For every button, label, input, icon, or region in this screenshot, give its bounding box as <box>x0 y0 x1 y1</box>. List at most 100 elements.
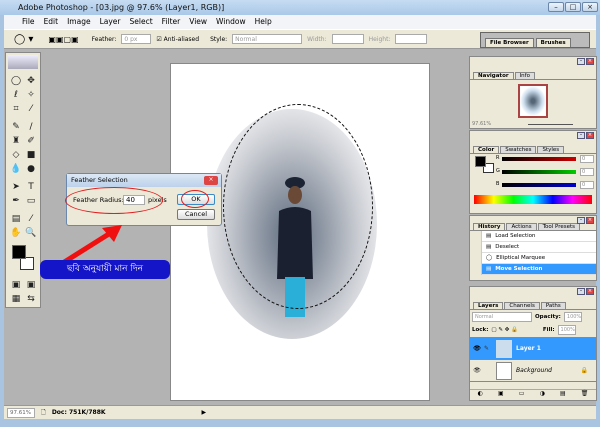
layer-style-icon[interactable]: ◐ <box>478 390 483 400</box>
width-input[interactable] <box>331 34 364 44</box>
foreground-color-swatch[interactable] <box>12 245 26 259</box>
navigator-zoom-slider[interactable] <box>528 124 573 125</box>
history-item[interactable]: ▤ Load Selection <box>470 230 596 242</box>
trash-icon[interactable]: 🗑 <box>581 390 589 400</box>
layer-row-background[interactable]: 👁 Background 🔒 <box>470 360 596 382</box>
panel-close-icon[interactable]: × <box>586 58 594 65</box>
slice-tool-icon[interactable]: ⁄ <box>24 103 38 115</box>
lock-icons[interactable]: ▢ ✎ ✥ 🔒 <box>491 327 518 333</box>
antialiased-checkbox[interactable]: ☑ Anti-aliased <box>156 36 199 43</box>
navigator-zoom[interactable]: 97.61% <box>472 121 491 127</box>
dialog-close-button[interactable]: × <box>204 176 218 185</box>
brush-tool-icon[interactable]: / <box>24 121 38 133</box>
r-value[interactable]: 0 <box>580 155 594 163</box>
path-selection-icon[interactable]: ➤ <box>9 181 23 193</box>
menu-view[interactable]: View <box>189 17 207 29</box>
tab-swatches[interactable]: Swatches <box>500 146 537 153</box>
tab-layers[interactable]: Layers <box>473 302 504 309</box>
tab-navigator[interactable]: Navigator <box>473 72 514 79</box>
panel-minimize-icon[interactable]: – <box>577 288 585 295</box>
fill-input[interactable]: 100% <box>557 325 576 335</box>
standard-mode-icon[interactable]: ▣ <box>9 279 23 291</box>
minimize-button[interactable]: – <box>548 2 564 12</box>
menu-layer[interactable]: Layer <box>100 17 121 29</box>
eyedropper-icon[interactable]: ⁄ <box>24 213 38 225</box>
tab-color[interactable]: Color <box>473 146 500 153</box>
menu-edit[interactable]: Edit <box>44 17 59 29</box>
screen-mode-icon[interactable]: ▦ <box>9 293 23 305</box>
blur-tool-icon[interactable]: 💧 <box>9 163 23 175</box>
zoom-tool-icon[interactable]: 🔍 <box>24 227 38 239</box>
folder-icon[interactable]: ▭ <box>519 390 525 400</box>
fg-color-swatch[interactable] <box>475 156 486 167</box>
height-input[interactable] <box>395 34 428 44</box>
close-button[interactable]: × <box>582 2 598 12</box>
pen-tool-icon[interactable]: ✒ <box>9 195 23 207</box>
menu-file[interactable]: File <box>22 17 35 29</box>
tab-history[interactable]: History <box>473 223 506 230</box>
color-ramp[interactable] <box>474 195 592 204</box>
eye-icon[interactable]: 👁 <box>470 367 484 374</box>
history-item[interactable]: ◯ Elliptical Marquee <box>470 252 596 264</box>
mask-icon[interactable]: ▣ <box>498 390 504 400</box>
tab-paths[interactable]: Paths <box>540 302 566 309</box>
move-tool-icon[interactable]: ✥ <box>24 75 38 87</box>
status-zoom[interactable]: 97.61% <box>7 407 35 418</box>
crop-tool-icon[interactable]: ⌗ <box>9 103 23 115</box>
tab-actions[interactable]: Actions <box>506 223 537 230</box>
panel-close-icon[interactable]: × <box>586 132 594 139</box>
tab-channels[interactable]: Channels <box>504 302 540 309</box>
panel-minimize-icon[interactable]: – <box>577 217 585 224</box>
b-slider[interactable] <box>502 183 576 187</box>
dodge-tool-icon[interactable]: ● <box>24 163 38 175</box>
layer-row-layer1[interactable]: 👁 ✎ Layer 1 <box>470 338 596 360</box>
g-slider[interactable] <box>502 170 576 174</box>
blend-mode-select[interactable]: Normal <box>472 312 532 322</box>
marquee-tool-icon[interactable]: ◯ <box>9 75 23 87</box>
magic-wand-icon[interactable]: ✧ <box>24 89 38 101</box>
document-canvas[interactable] <box>170 63 430 401</box>
lasso-tool-icon[interactable]: ℓ <box>9 89 23 101</box>
b-value[interactable]: 0 <box>580 181 594 189</box>
clone-stamp-icon[interactable]: ♜ <box>9 135 23 147</box>
quick-mask-icon[interactable]: ▣ <box>24 279 38 291</box>
panel-minimize-icon[interactable]: – <box>577 132 585 139</box>
r-slider[interactable] <box>502 157 576 161</box>
shape-tool-icon[interactable]: ▭ <box>24 195 38 207</box>
imageready-icon[interactable]: ⇆ <box>24 293 38 305</box>
tab-file-browser[interactable]: File Browser <box>485 38 534 47</box>
history-item[interactable]: ▤ Deselect <box>470 241 596 253</box>
menu-filter[interactable]: Filter <box>162 17 181 29</box>
history-brush-icon[interactable]: ✐ <box>24 135 38 147</box>
tab-styles[interactable]: Styles <box>537 146 565 153</box>
selection-mode-icons[interactable]: ▣▣▢▣ <box>48 35 78 44</box>
type-tool-icon[interactable]: T <box>24 181 38 193</box>
opacity-input[interactable]: 100% <box>563 312 582 322</box>
elliptical-marquee-preset-icon[interactable]: ◯ ▾ <box>14 34 33 45</box>
eye-icon[interactable]: 👁 <box>470 345 484 352</box>
style-select[interactable]: Normal <box>232 34 303 44</box>
menu-help[interactable]: Help <box>255 17 272 29</box>
g-value[interactable]: 0 <box>580 168 594 176</box>
maximize-button[interactable]: □ <box>565 2 581 12</box>
menu-image[interactable]: Image <box>67 17 91 29</box>
panel-minimize-icon[interactable]: – <box>577 58 585 65</box>
gradient-tool-icon[interactable]: ■ <box>24 149 38 161</box>
feather-input[interactable]: 0 px <box>121 34 152 44</box>
status-menu-arrow-icon[interactable]: ▶ <box>202 409 207 416</box>
adjustment-layer-icon[interactable]: ◑ <box>540 390 545 400</box>
eraser-tool-icon[interactable]: ◇ <box>9 149 23 161</box>
menu-window[interactable]: Window <box>216 17 246 29</box>
navigator-thumbnail[interactable] <box>518 84 548 118</box>
new-layer-icon[interactable]: ▤ <box>560 390 566 400</box>
hand-tool-icon[interactable]: ✋ <box>9 227 23 239</box>
history-item-selected[interactable]: ▤ Move Selection <box>470 263 596 275</box>
notes-tool-icon[interactable]: ▤ <box>9 213 23 225</box>
panel-close-icon[interactable]: × <box>586 217 594 224</box>
tab-brushes[interactable]: Brushes <box>535 38 571 47</box>
healing-brush-icon[interactable]: ✎ <box>9 121 23 133</box>
menu-select[interactable]: Select <box>130 17 153 29</box>
cancel-button[interactable]: Cancel <box>177 209 215 220</box>
panel-close-icon[interactable]: × <box>586 288 594 295</box>
tab-info[interactable]: Info <box>514 72 535 79</box>
